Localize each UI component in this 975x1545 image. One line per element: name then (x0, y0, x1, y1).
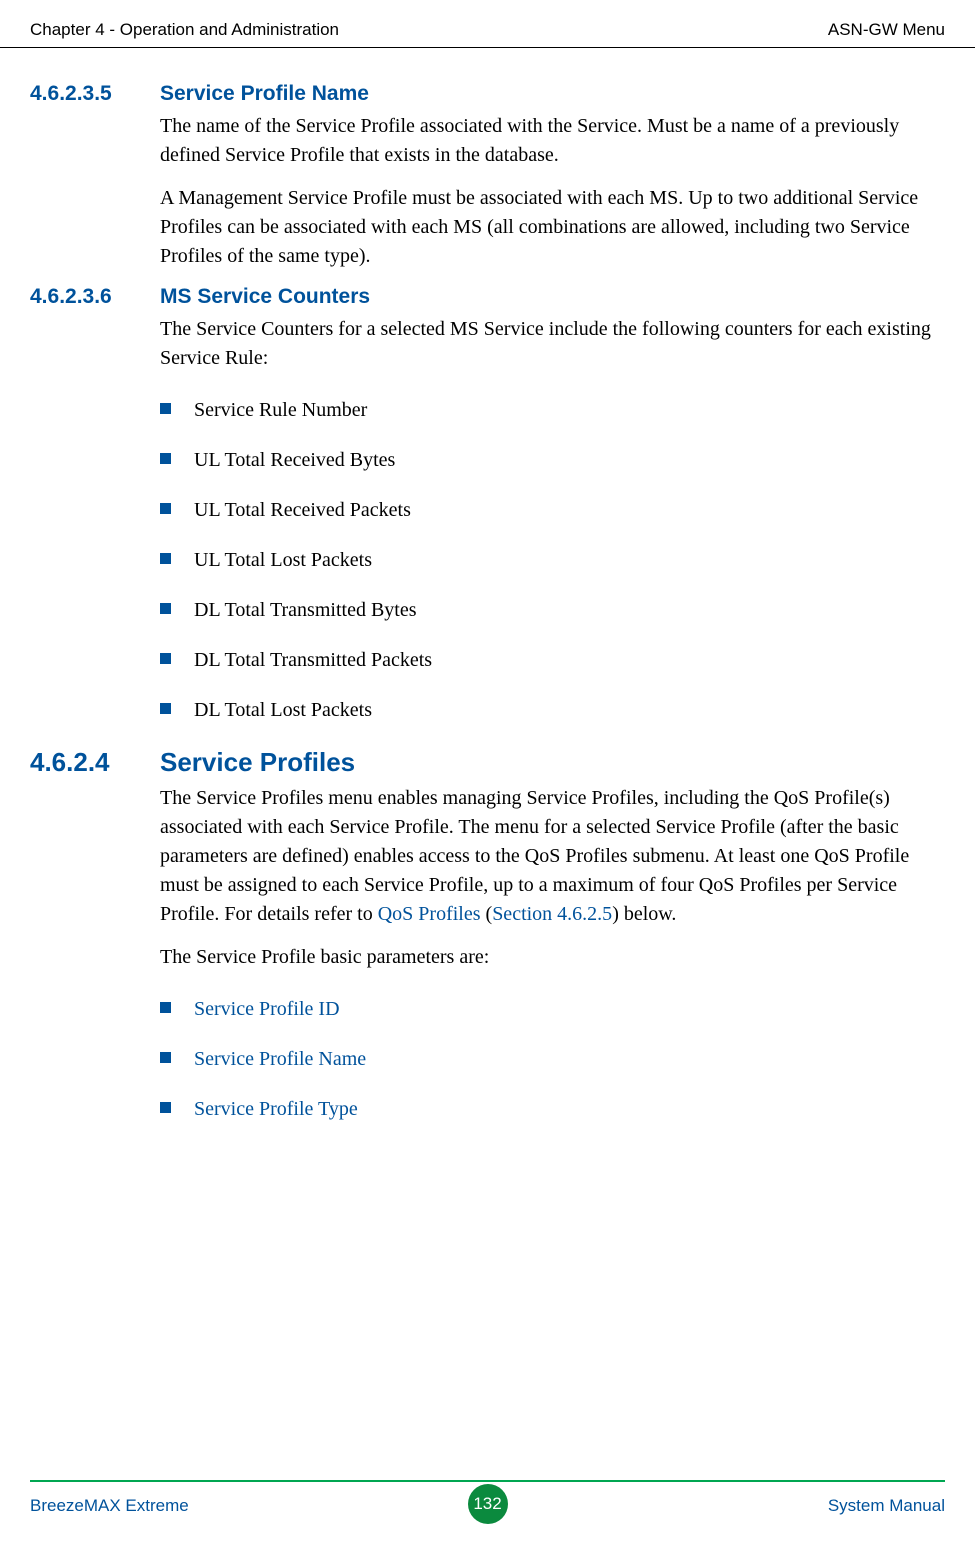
footer-doc-title: System Manual (828, 1490, 945, 1522)
xref-link[interactable]: Section 4.6.2.5 (492, 903, 612, 925)
list-item: Service Profile Type (160, 1096, 945, 1122)
list-item: DL Total Lost Packets (160, 697, 945, 723)
counter-list: Service Rule Number UL Total Received By… (160, 397, 945, 723)
section-heading: 4.6.2.4 Service Profiles (30, 747, 945, 778)
section-title: MS Service Counters (160, 285, 370, 309)
running-header: Chapter 4 - Operation and Administration… (0, 20, 975, 48)
paragraph: The Service Counters for a selected MS S… (160, 315, 945, 373)
list-item: UL Total Received Packets (160, 497, 945, 523)
header-menu: ASN-GW Menu (828, 20, 945, 40)
section-number: 4.6.2.3.5 (30, 82, 160, 106)
text-run: ( (481, 903, 493, 925)
list-item: Service Rule Number (160, 397, 945, 423)
list-item: Service Profile ID (160, 996, 945, 1022)
xref-link[interactable]: Service Profile Type (194, 1098, 358, 1120)
paragraph: The Service Profiles menu enables managi… (160, 784, 945, 929)
page: Chapter 4 - Operation and Administration… (0, 0, 975, 1545)
content-area: 4.6.2.3.5 Service Profile Name The name … (30, 70, 945, 1146)
list-item: UL Total Received Bytes (160, 447, 945, 473)
section-title: Service Profile Name (160, 82, 369, 106)
xref-link[interactable]: Service Profile Name (194, 1048, 366, 1070)
section-title: Service Profiles (160, 747, 355, 778)
xref-link[interactable]: Service Profile ID (194, 998, 340, 1020)
header-chapter: Chapter 4 - Operation and Administration (30, 20, 339, 40)
list-item: DL Total Transmitted Packets (160, 647, 945, 673)
section-number: 4.6.2.3.6 (30, 285, 160, 309)
paragraph: The name of the Service Profile associat… (160, 112, 945, 170)
page-footer: BreezeMAX Extreme 132 System Manual (0, 1480, 975, 1520)
section-number: 4.6.2.4 (30, 747, 160, 778)
section-body: The name of the Service Profile associat… (160, 112, 945, 271)
list-item: Service Profile Name (160, 1046, 945, 1072)
page-number-badge: 132 (468, 1484, 508, 1524)
paragraph: The Service Profile basic parameters are… (160, 943, 945, 972)
xref-link[interactable]: QoS Profiles (378, 903, 481, 925)
list-item: UL Total Lost Packets (160, 547, 945, 573)
section-body: The Service Profiles menu enables managi… (160, 784, 945, 972)
section-heading: 4.6.2.3.5 Service Profile Name (30, 82, 945, 106)
list-item: DL Total Transmitted Bytes (160, 597, 945, 623)
param-list: Service Profile ID Service Profile Name … (160, 996, 945, 1122)
paragraph: A Management Service Profile must be ass… (160, 184, 945, 271)
text-run: ) below. (612, 903, 676, 925)
footer-product: BreezeMAX Extreme (30, 1490, 189, 1522)
section-heading: 4.6.2.3.6 MS Service Counters (30, 285, 945, 309)
section-body: The Service Counters for a selected MS S… (160, 315, 945, 373)
footer-rule (30, 1480, 945, 1482)
